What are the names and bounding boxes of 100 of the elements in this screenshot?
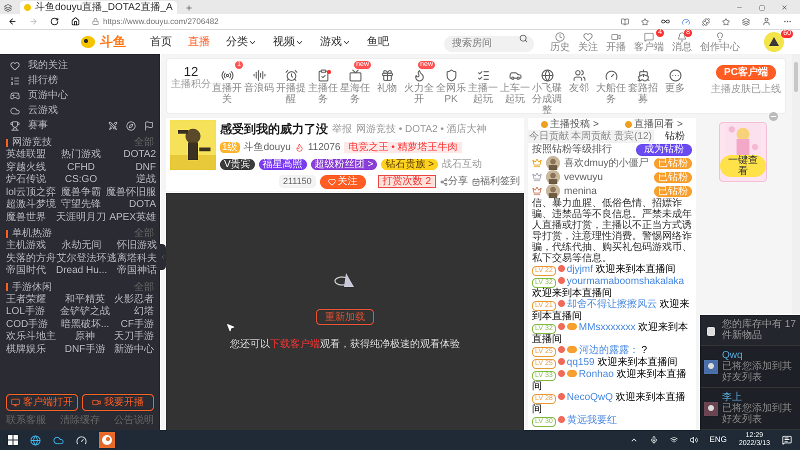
game-link[interactable]: 英雄联盟 <box>6 149 56 162</box>
game-link[interactable]: DOTA <box>106 199 156 212</box>
game-link[interactable]: 和平精英 <box>60 294 110 306</box>
collapse-handle[interactable] <box>160 244 166 270</box>
toolbar-item[interactable]: 全网乐PK <box>435 69 467 105</box>
game-link[interactable]: 王者荣耀 <box>6 294 56 306</box>
game-link[interactable]: 新游中心 <box>114 344 154 356</box>
game-link[interactable]: 魔兽世界 <box>6 212 56 224</box>
game-link[interactable]: 主机游戏 <box>6 240 56 252</box>
browser-tab[interactable]: 斗鱼douyu直播_DOTA2直播_A <box>20 1 177 14</box>
game-link[interactable]: 逃离塔科夫 <box>107 252 158 265</box>
windows-icon[interactable] <box>8 435 18 445</box>
game-link[interactable]: 炉石传说 <box>6 174 56 186</box>
game-link[interactable]: CS:GO <box>56 174 106 186</box>
game-link[interactable]: 天刀手游 <box>114 331 154 344</box>
game-link[interactable]: COD手游 <box>6 318 56 331</box>
maximize-icon[interactable] <box>759 5 765 11</box>
game-link[interactable]: Dread Hu... <box>56 265 108 278</box>
toolbar-item[interactable]: 礼物 <box>371 69 403 94</box>
browser-icon[interactable] <box>30 434 41 446</box>
game-link[interactable]: 穿越火线 <box>6 162 56 174</box>
game-link[interactable]: 天涯明月刀 <box>56 212 106 224</box>
nav-item[interactable]: 分类 <box>226 34 257 50</box>
sign-in-button[interactable]: 福利签到 <box>472 174 520 189</box>
game-link[interactable]: 怀旧游戏 <box>107 240 158 252</box>
toolbar-item[interactable]: 更多 <box>659 69 691 94</box>
sidebar-item[interactable]: 排行榜 <box>6 73 154 88</box>
game-link[interactable]: 守望先锋 <box>56 199 106 212</box>
view-button[interactable]: 一键查看 <box>720 155 766 177</box>
game-link[interactable]: lol云顶之弈 <box>6 186 56 199</box>
game-link[interactable]: DNF <box>106 162 156 174</box>
search-field[interactable]: 搜索房间 <box>444 36 534 52</box>
game-link[interactable]: 欢乐斗地主 <box>6 331 56 344</box>
game-link[interactable]: 帝国时代 <box>6 265 56 278</box>
game-link[interactable]: 永劫无间 <box>56 240 108 252</box>
game-link[interactable]: 失落的方舟 <box>6 252 56 265</box>
game-link[interactable]: LOL手游 <box>6 306 56 318</box>
game-link[interactable]: CF手游 <box>114 318 154 331</box>
game-link[interactable]: 艾尔登法环 <box>56 252 108 265</box>
game-link[interactable]: 热门游戏 <box>56 149 106 162</box>
mic-icon[interactable] <box>650 436 658 444</box>
network-icon[interactable] <box>670 436 678 444</box>
nav-item[interactable]: 游戏 <box>320 34 351 50</box>
nav-item[interactable]: 鱼吧 <box>367 34 389 50</box>
toolbar-item[interactable]: 小飞碟分成调整 <box>531 69 563 116</box>
game-link[interactable]: 暗黑破坏... <box>60 318 110 331</box>
header-action[interactable]: 关注 <box>578 32 598 52</box>
notifications-icon[interactable] <box>782 435 792 445</box>
room-tag[interactable]: V贵宾 <box>220 159 255 170</box>
sidebar-item[interactable]: 我的关注 <box>6 58 154 73</box>
tab-actions-icon[interactable] <box>4 4 12 12</box>
search-icon[interactable] <box>519 34 528 43</box>
read-aloud-icon[interactable] <box>621 18 629 26</box>
close-icon[interactable] <box>781 4 788 11</box>
home-icon[interactable] <box>71 17 80 26</box>
reload-icon[interactable] <box>50 17 59 26</box>
header-action[interactable]: 开播 <box>606 32 626 52</box>
favorite-icon[interactable] <box>641 18 649 26</box>
extension-icon[interactable] <box>661 17 670 26</box>
toolbar-item[interactable]: 上车一起玩 <box>499 69 531 105</box>
game-link[interactable]: 魔兽怀旧服 <box>106 186 156 199</box>
room-tag[interactable]: 福星高照 <box>258 159 307 170</box>
avatar[interactable] <box>764 32 784 52</box>
game-link[interactable]: 魔兽争霸 <box>56 186 106 199</box>
game-link[interactable]: 金铲铲之战 <box>60 306 110 318</box>
sidebar-item[interactable]: 赛事 <box>28 118 48 133</box>
room-tag[interactable]: 超级粉丝团 > <box>310 159 378 170</box>
sidebar-item[interactable]: 页游中心 <box>6 88 154 103</box>
language-indicator[interactable]: ENG <box>710 434 727 446</box>
toolbar-item[interactable]: 套路招募 <box>627 69 659 105</box>
game-link[interactable]: 火影忍者 <box>114 294 154 306</box>
nav-item[interactable]: 首页 <box>150 34 172 50</box>
steam-icon[interactable] <box>99 432 115 448</box>
back-icon[interactable] <box>8 17 17 26</box>
sidebar-item[interactable]: 云游戏 <box>6 103 154 118</box>
game-link[interactable]: 原神 <box>60 331 110 344</box>
toolbar-item[interactable]: 大船任务 <box>595 69 627 105</box>
collections-icon[interactable] <box>742 18 750 26</box>
game-link[interactable]: APEX英雄 <box>106 212 156 224</box>
toolbar-item[interactable]: 火力全开 <box>403 69 435 105</box>
header-action[interactable]: 创作中心 <box>700 32 740 52</box>
game-link[interactable]: DNF手游 <box>60 344 110 356</box>
toolbar-item[interactable]: 星海任务 <box>339 69 371 105</box>
header-action[interactable]: 历史 <box>550 32 570 52</box>
profile-icon[interactable] <box>762 17 771 26</box>
start-stream-button[interactable]: 我要开播 <box>82 394 154 411</box>
extensions-icon[interactable] <box>702 18 710 26</box>
toolbar-item[interactable]: 直播开关 <box>211 69 243 105</box>
toolbar-item[interactable]: 开播提醒 <box>275 69 307 105</box>
app-icon[interactable] <box>53 434 64 446</box>
join-diamond-button[interactable]: 成为钻粉 <box>636 144 692 156</box>
game-link[interactable]: 帝国神话 <box>107 265 158 278</box>
favorites-icon[interactable] <box>722 18 730 26</box>
toolbar-item[interactable]: 主播一起玩 <box>467 69 499 105</box>
volume-icon[interactable] <box>690 436 698 444</box>
toolbar-item[interactable]: 音浪码 <box>243 69 275 94</box>
game-link[interactable]: 幻塔 <box>114 306 154 318</box>
nav-item[interactable]: 视频 <box>273 34 304 50</box>
game-link[interactable]: DOTA2 <box>106 149 156 162</box>
game-link[interactable]: 超激斗梦境 <box>6 199 56 212</box>
